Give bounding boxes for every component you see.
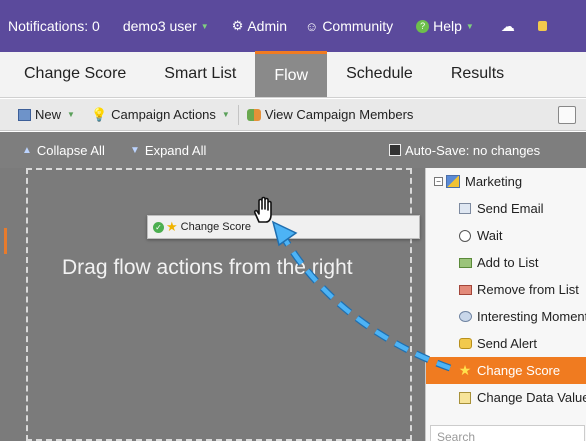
collapse-all-button[interactable]: ▲ Collapse All [22,143,105,158]
community-icon: ☺ [305,18,319,34]
action-label: Interesting Moment [477,309,586,324]
collapse-toggle-icon[interactable]: − [434,177,443,186]
window-toggle-button[interactable] [558,106,576,124]
add-list-icon [458,256,472,270]
view-members-label: View Campaign Members [264,107,414,122]
folder-marketing[interactable]: − Marketing [426,168,586,195]
help-icon: ? [416,19,430,33]
tab-bar: Change Score Smart List Flow Schedule Re… [0,51,586,98]
lightbulb-icon: 💡 [90,106,108,122]
alert-icon [458,337,472,351]
action-interesting-moment[interactable]: Interesting Moment [426,303,586,330]
canvas-edge-marker [4,228,7,254]
search-placeholder: Search [437,430,476,441]
view-campaign-members-button[interactable]: View Campaign Members [239,107,422,122]
action-add-to-list[interactable]: Add to List [426,249,586,276]
tab-label: Smart List [164,65,237,82]
gear-icon: ⚙ [231,18,244,33]
community-label: Community [322,18,394,34]
folder-icon [446,175,460,189]
help-label: Help [433,18,462,34]
collapse-label: Collapse All [36,142,105,158]
expand-label: Expand All [144,142,207,158]
star-icon: ★ [166,219,178,234]
action-label: Wait [477,228,503,243]
new-icon [18,108,31,121]
action-label: Change Score [477,363,561,378]
checkmark-icon: ✓ [153,221,164,233]
admin-label: Admin [247,18,288,34]
flow-drop-zone[interactable]: Drag flow actions from the right [26,168,412,441]
action-wait[interactable]: Wait [426,222,586,249]
tab-schedule[interactable]: Schedule [327,51,432,97]
user-name: demo3 user [122,18,197,34]
tab-change-score[interactable]: Change Score [0,51,145,97]
chevron-down-icon: ▼ [221,110,230,119]
members-icon [246,108,261,121]
action-label: Send Alert [477,336,537,351]
toolbar: New ▼ 💡 Campaign Actions ▼ View Campaign… [0,99,586,131]
tab-flow[interactable]: Flow [255,51,328,97]
action-send-email[interactable]: Send Email [426,195,586,222]
star-icon: ★ [458,362,472,378]
action-label: Send Email [477,201,544,216]
remove-list-icon [458,283,472,297]
action-change-data-value[interactable]: Change Data Value [426,384,586,411]
notifications-label: Notifications: 0 [8,18,100,34]
new-label: New [35,107,62,122]
notifications-link[interactable]: Notifications: 0 [0,0,109,52]
speech-bubble-icon [458,310,472,324]
tab-results[interactable]: Results [432,51,523,97]
save-icon [389,144,401,156]
lock-icon [537,21,547,31]
dragged-flow-action[interactable]: ✓ ★ Change Score [147,215,420,239]
data-value-icon [458,391,472,405]
collapse-icon: ▲ [22,144,32,156]
community-link[interactable]: ☺ Community [296,0,402,52]
email-icon [458,202,472,216]
campaign-actions-label: Campaign Actions [111,107,216,122]
tab-label: Schedule [346,65,413,82]
action-remove-from-list[interactable]: Remove from List [426,276,586,303]
dragged-action-label: Change Score [180,221,251,233]
flow-options-bar: ▲ Collapse All ▼ Expand All Auto-Save: n… [0,132,586,168]
help-menu[interactable]: ? Help ▼ [402,0,483,52]
tab-label: Flow [274,66,309,84]
tab-smart-list[interactable]: Smart List [145,51,255,97]
action-label: Remove from List [477,282,579,297]
folder-label: Marketing [465,174,523,189]
tab-label: Results [450,65,505,82]
chevron-down-icon: ▼ [200,21,209,31]
user-menu[interactable]: demo3 user ▼ [109,0,218,52]
flow-canvas[interactable]: Drag flow actions from the right [0,168,425,441]
new-button[interactable]: New ▼ [0,107,83,122]
hand-cursor-icon [253,196,272,223]
cloud-button[interactable]: ☁ [483,0,524,52]
clock-icon [458,229,472,243]
action-label: Add to List [477,255,539,270]
flow-actions-panel: − Marketing Send Email Wait Add to List … [425,168,586,441]
expand-icon: ▼ [130,144,140,156]
action-change-score[interactable]: ★ Change Score [426,357,586,384]
action-send-alert[interactable]: Send Alert [426,330,586,357]
campaign-actions-button[interactable]: 💡 Campaign Actions ▼ [83,107,238,123]
search-input[interactable]: Search [430,425,585,441]
admin-link[interactable]: ⚙ Admin [218,0,296,52]
expand-all-button[interactable]: ▼ Expand All [130,143,206,158]
tab-label: Change Score [24,65,127,82]
action-label: Change Data Value [477,390,586,405]
lock-button[interactable] [524,0,556,52]
autosave-status: Auto-Save: no changes [389,143,540,158]
cloud-icon: ☁ [500,17,515,34]
chevron-down-icon: ▼ [67,110,75,119]
autosave-label: Auto-Save: no changes [405,142,541,158]
chevron-down-icon: ▼ [465,21,474,31]
drop-message: Drag flow actions from the right [62,256,353,279]
top-navigation-bar: Notifications: 0 demo3 user ▼ ⚙ Admin ☺ … [0,0,586,52]
